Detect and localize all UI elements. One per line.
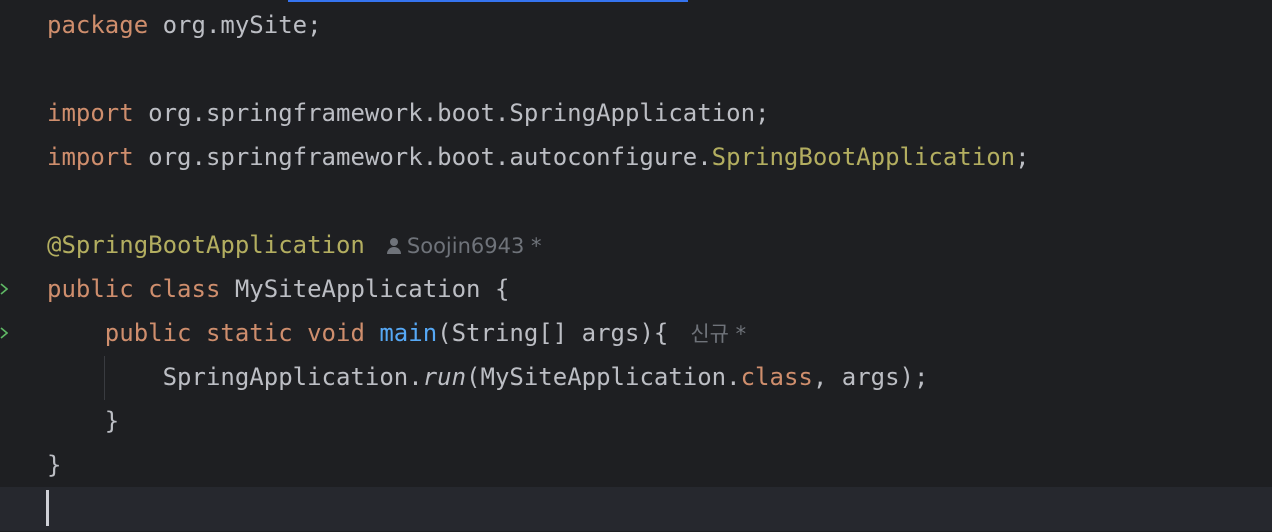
class-reference: SpringApplication. xyxy=(162,363,423,391)
keyword: class xyxy=(740,363,813,391)
keyword: import xyxy=(47,143,134,171)
active-tab-indicator xyxy=(288,0,688,2)
author-inlay-hint[interactable]: 신규 * xyxy=(690,322,746,346)
package-name: org.mySite; xyxy=(148,11,322,39)
text-caret xyxy=(46,490,49,526)
keyword: package xyxy=(47,11,149,39)
code-line-12-current[interactable] xyxy=(0,487,1272,531)
keyword: class xyxy=(148,275,221,303)
keyword: static xyxy=(205,319,293,347)
static-method-call: run xyxy=(422,363,467,391)
code-line-7[interactable]: public class MySiteApplication { xyxy=(0,267,1272,311)
call-arguments-end: , args); xyxy=(812,363,929,391)
closing-brace: } xyxy=(47,451,62,479)
code-line-1[interactable]: package org.mySite; xyxy=(0,3,1272,47)
import-path: org.springframework.boot.SpringApplicati… xyxy=(133,99,770,127)
annotation: @SpringBootApplication xyxy=(47,231,365,259)
code-line-6[interactable]: @SpringBootApplication Soojin6943 * xyxy=(0,223,1272,267)
closing-brace: } xyxy=(104,407,120,435)
import-path: org.springframework.boot.autoconfigure. xyxy=(133,143,712,171)
author-name: Soojin6943 * xyxy=(406,234,542,258)
class-declaration: MySiteApplication { xyxy=(220,275,510,303)
keyword: void xyxy=(307,319,365,347)
code-line-10[interactable]: } xyxy=(0,399,1272,443)
code-line-11[interactable]: } xyxy=(0,443,1272,487)
semicolon: ; xyxy=(1015,143,1030,171)
code-line-9[interactable]: SpringApplication.run(MySiteApplication.… xyxy=(0,355,1272,399)
keyword: import xyxy=(47,99,134,127)
code-line-8[interactable]: public static void main(String[] args){ 신… xyxy=(0,311,1272,355)
author-inlay-hint[interactable]: Soojin6943 * xyxy=(386,234,542,258)
code-line-3[interactable]: import org.springframework.boot.SpringAp… xyxy=(0,91,1272,135)
annotation-class: SpringBootApplication xyxy=(711,143,1016,171)
keyword: public xyxy=(104,319,192,347)
method-name: main xyxy=(379,319,438,347)
call-arguments: (MySiteApplication. xyxy=(466,363,741,391)
method-signature: (String[] args){ xyxy=(437,319,669,347)
code-editor[interactable]: package org.mySite; import org.springfra… xyxy=(0,0,1272,532)
code-line-4[interactable]: import org.springframework.boot.autoconf… xyxy=(0,135,1272,179)
keyword: public xyxy=(47,275,134,303)
user-icon xyxy=(386,238,401,254)
